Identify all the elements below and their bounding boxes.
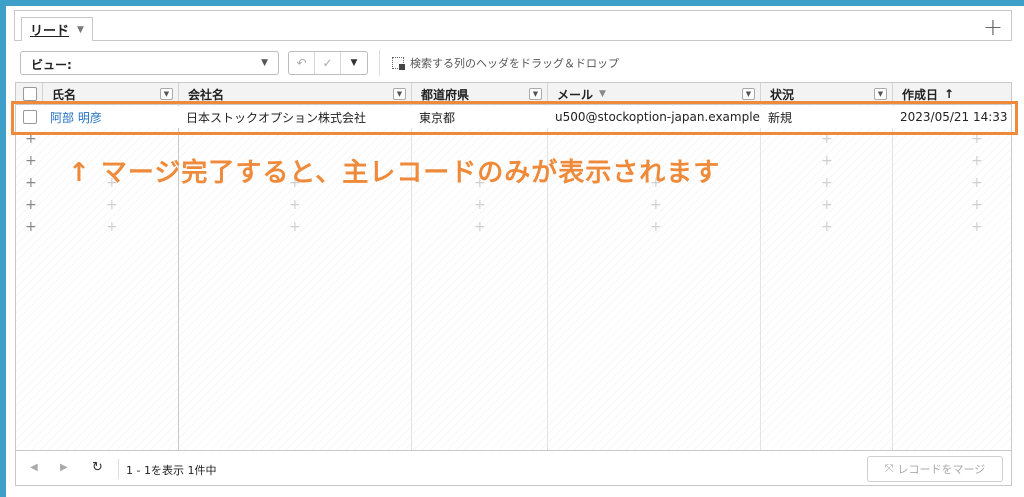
filter-icon[interactable]: ▼	[529, 88, 542, 100]
sort-ascending-icon[interactable]: ↑	[944, 87, 954, 101]
merge-records-button[interactable]: ⤧ レコードをマージ	[867, 456, 1003, 482]
add-row-icon[interactable]: +	[25, 153, 37, 169]
column-header-label: 状況	[770, 87, 795, 102]
column-header-label: メール	[557, 87, 594, 102]
empty-row: + + + + + + +	[16, 217, 1011, 239]
filter-icon[interactable]: ▼	[742, 88, 755, 100]
caret-down-icon[interactable]: ▼	[77, 25, 84, 35]
add-cell-icon: +	[474, 197, 486, 213]
grid-footer: ◀ ▶ ↻ 1 - 1を表示 1件中 ⤧ レコードをマージ	[15, 450, 1012, 486]
add-row-icon[interactable]: +	[25, 175, 37, 191]
group-by-hint: 検索する列のヘッダをドラッグ＆ドロップ	[392, 55, 619, 71]
add-cell-icon: +	[971, 197, 983, 213]
add-cell-icon: +	[474, 219, 486, 235]
column-header-label: 会社名	[188, 87, 225, 102]
add-row-icon[interactable]: +	[25, 197, 37, 213]
add-cell-icon: +	[650, 219, 662, 235]
sort-filter-icon[interactable]: ▼	[599, 89, 606, 99]
add-cell-icon: +	[106, 197, 118, 213]
add-cell-icon: +	[821, 219, 833, 235]
add-cell-icon: +	[821, 175, 833, 191]
add-icon[interactable]: +	[983, 13, 1003, 41]
column-header-label: 氏名	[52, 87, 77, 102]
filter-icon[interactable]: ▼	[393, 88, 406, 100]
group-by-icon	[392, 57, 405, 70]
add-cell-icon: +	[821, 197, 833, 213]
edit-tool-group: ↶ ✓ ▼	[288, 51, 368, 75]
column-header-label: 都道府県	[421, 87, 470, 102]
add-cell-icon: +	[971, 175, 983, 191]
add-cell-icon: +	[106, 219, 118, 235]
records-grid: 氏名 ▼ 会社名 ▼ 都道府県 ▼ メール ▼ ▼ 状況 ▼ 作成日 ↑ 阿部 …	[15, 82, 1012, 450]
toolbar-divider	[379, 50, 380, 76]
merge-icon: ⤧	[884, 462, 894, 475]
merged-record-highlight	[11, 101, 1018, 135]
prev-icon[interactable]: ◀	[30, 462, 38, 473]
tab-label[interactable]: リード	[30, 20, 69, 39]
refresh-icon[interactable]: ↻	[92, 460, 103, 475]
footer-divider	[118, 459, 119, 479]
merge-annotation: ↑ マージ完了すると、主レコードのみが表示されます	[68, 158, 721, 188]
view-select[interactable]: ビュー: ▼	[20, 51, 279, 75]
select-all-checkbox[interactable]	[23, 87, 37, 101]
caret-down-icon[interactable]: ▼	[341, 52, 367, 74]
add-cell-icon: +	[821, 153, 833, 169]
view-select-label: ビュー:	[31, 58, 72, 72]
empty-row: + + + + + + +	[16, 195, 1011, 217]
undo-icon[interactable]: ↶	[289, 52, 315, 74]
caret-down-icon[interactable]: ▼	[261, 58, 268, 68]
tab-bar: リード ▼ +	[14, 10, 1012, 41]
filter-icon[interactable]: ▼	[160, 88, 173, 100]
merge-button-label: レコードをマージ	[897, 463, 986, 476]
add-cell-icon: +	[289, 219, 301, 235]
column-header-label: 作成日	[902, 87, 939, 102]
add-row-icon[interactable]: +	[25, 219, 37, 235]
app-frame: リード ▼ + ビュー: ▼ ↶ ✓ ▼ 検索する列のヘッダをドラッグ＆ドロップ…	[0, 0, 1024, 497]
filter-icon[interactable]: ▼	[874, 88, 887, 100]
accent-left-bar	[0, 0, 6, 497]
add-cell-icon: +	[971, 153, 983, 169]
add-cell-icon: +	[289, 197, 301, 213]
tab-leads[interactable]: リード ▼	[21, 17, 93, 41]
accent-top-bar	[0, 0, 1024, 6]
group-by-hint-text: 検索する列のヘッダをドラッグ＆ドロップ	[410, 57, 619, 70]
add-cell-icon: +	[971, 219, 983, 235]
record-count: 1 - 1を表示 1件中	[126, 464, 217, 477]
check-icon[interactable]: ✓	[315, 52, 341, 74]
next-icon[interactable]: ▶	[60, 462, 68, 473]
add-cell-icon: +	[650, 197, 662, 213]
